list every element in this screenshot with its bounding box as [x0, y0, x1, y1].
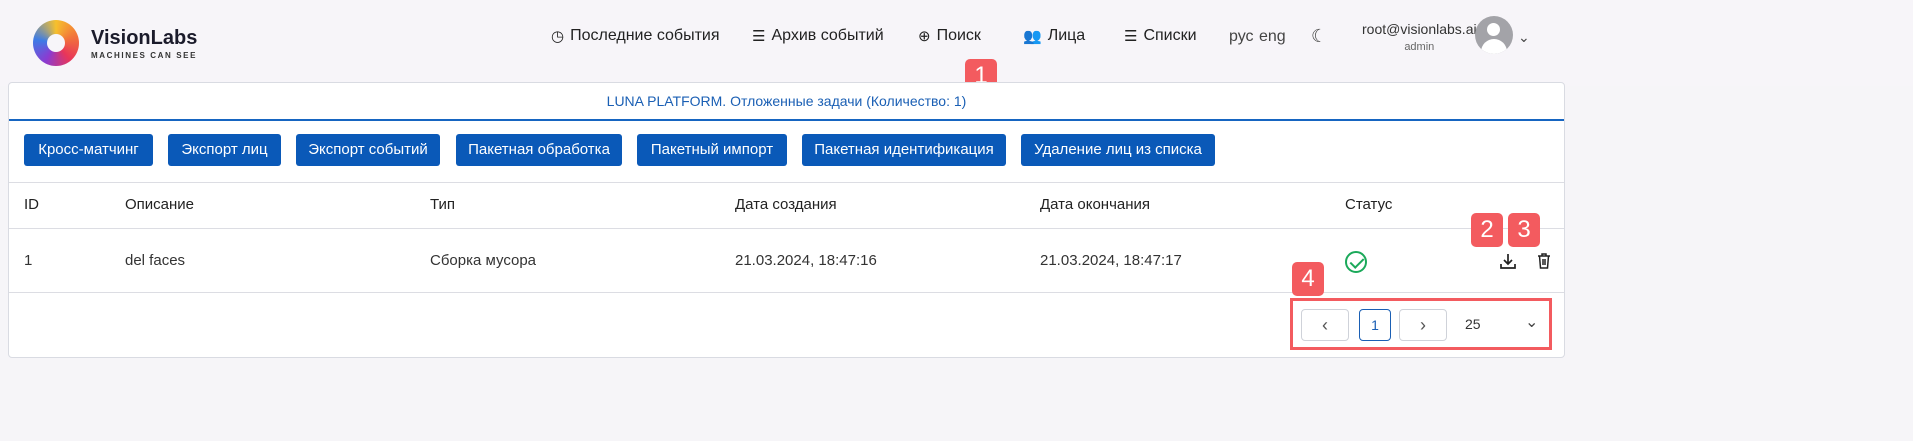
brand-name: VisionLabs [91, 26, 198, 49]
user-info[interactable]: root@visionlabs.ai admin [1362, 21, 1477, 53]
logo-mark-icon [33, 20, 79, 66]
chevron-down-icon[interactable]: ⌄ [1518, 29, 1530, 46]
col-header-created: Дата создания [735, 196, 837, 213]
col-header-finished: Дата окончания [1040, 196, 1151, 213]
nav-label: Лица [1047, 27, 1086, 44]
callout-3: 3 [1508, 213, 1540, 247]
user-role: admin [1404, 41, 1435, 53]
export-faces-button[interactable]: Экспорт лиц [168, 134, 281, 166]
col-header-description: Описание [125, 196, 195, 213]
download-icon[interactable] [1498, 251, 1518, 271]
cross-matching-button[interactable]: Кросс-матчинг [24, 134, 153, 166]
list-icon: ☰ [1124, 28, 1138, 45]
export-events-button[interactable]: Экспорт событий [296, 134, 440, 166]
user-email: root@visionlabs.ai [1362, 21, 1477, 37]
nav-label: Поиск [936, 27, 981, 44]
divider [9, 228, 1564, 229]
brand-tagline: MACHINES CAN SEE [91, 50, 198, 60]
cell-type: Сборка мусора [430, 252, 537, 269]
batch-identification-button[interactable]: Пакетная идентификация [802, 134, 1006, 166]
cell-created: 21.03.2024, 18:47:16 [735, 252, 877, 269]
divider [9, 182, 1564, 183]
nav-faces[interactable]: 👥 Лица [1023, 27, 1085, 45]
cell-finished: 21.03.2024, 18:47:17 [1040, 252, 1182, 269]
people-icon: 👥 [1023, 28, 1042, 45]
moon-icon[interactable]: ☾ [1311, 26, 1327, 47]
top-header: VisionLabs MACHINES CAN SEE ◷ Последние … [0, 0, 1913, 86]
nav-label: Списки [1143, 27, 1197, 44]
batch-import-button[interactable]: Пакетный импорт [637, 134, 787, 166]
callout-2: 2 [1471, 213, 1503, 247]
divider [9, 292, 1564, 293]
clock-icon: ◷ [551, 28, 565, 45]
nav-search[interactable]: ⊕ Поиск [918, 27, 981, 45]
brand-logo[interactable]: VisionLabs MACHINES CAN SEE [33, 20, 197, 66]
panel-title: LUNA PLATFORM. Отложенные задачи (Количе… [9, 83, 1564, 121]
list-icon: ☰ [752, 28, 766, 45]
lang-ru[interactable]: рус [1229, 28, 1254, 46]
callout-4: 4 [1292, 262, 1324, 296]
batch-processing-button[interactable]: Пакетная обработка [456, 134, 622, 166]
pagination-highlight-box [1290, 298, 1552, 350]
crosshair-icon: ⊕ [918, 28, 931, 45]
delete-faces-from-list-button[interactable]: Удаление лиц из списка [1021, 134, 1215, 166]
cell-description: del faces [125, 252, 186, 269]
trash-icon[interactable] [1534, 251, 1554, 271]
nav-last-events[interactable]: ◷ Последние события [551, 27, 720, 45]
cell-id: 1 [24, 252, 33, 269]
status-success-icon [1345, 251, 1367, 273]
lang-en[interactable]: eng [1259, 28, 1286, 46]
col-header-id: ID [24, 196, 39, 213]
nav-events-archive[interactable]: ☰ Архив событий [752, 27, 884, 45]
col-header-status: Статус [1345, 196, 1393, 213]
nav-lists[interactable]: ☰ Списки [1124, 27, 1197, 45]
nav-label: Последние события [570, 27, 720, 44]
nav-label: Архив событий [771, 27, 884, 44]
avatar[interactable] [1475, 16, 1513, 54]
col-header-type: Тип [430, 196, 456, 213]
